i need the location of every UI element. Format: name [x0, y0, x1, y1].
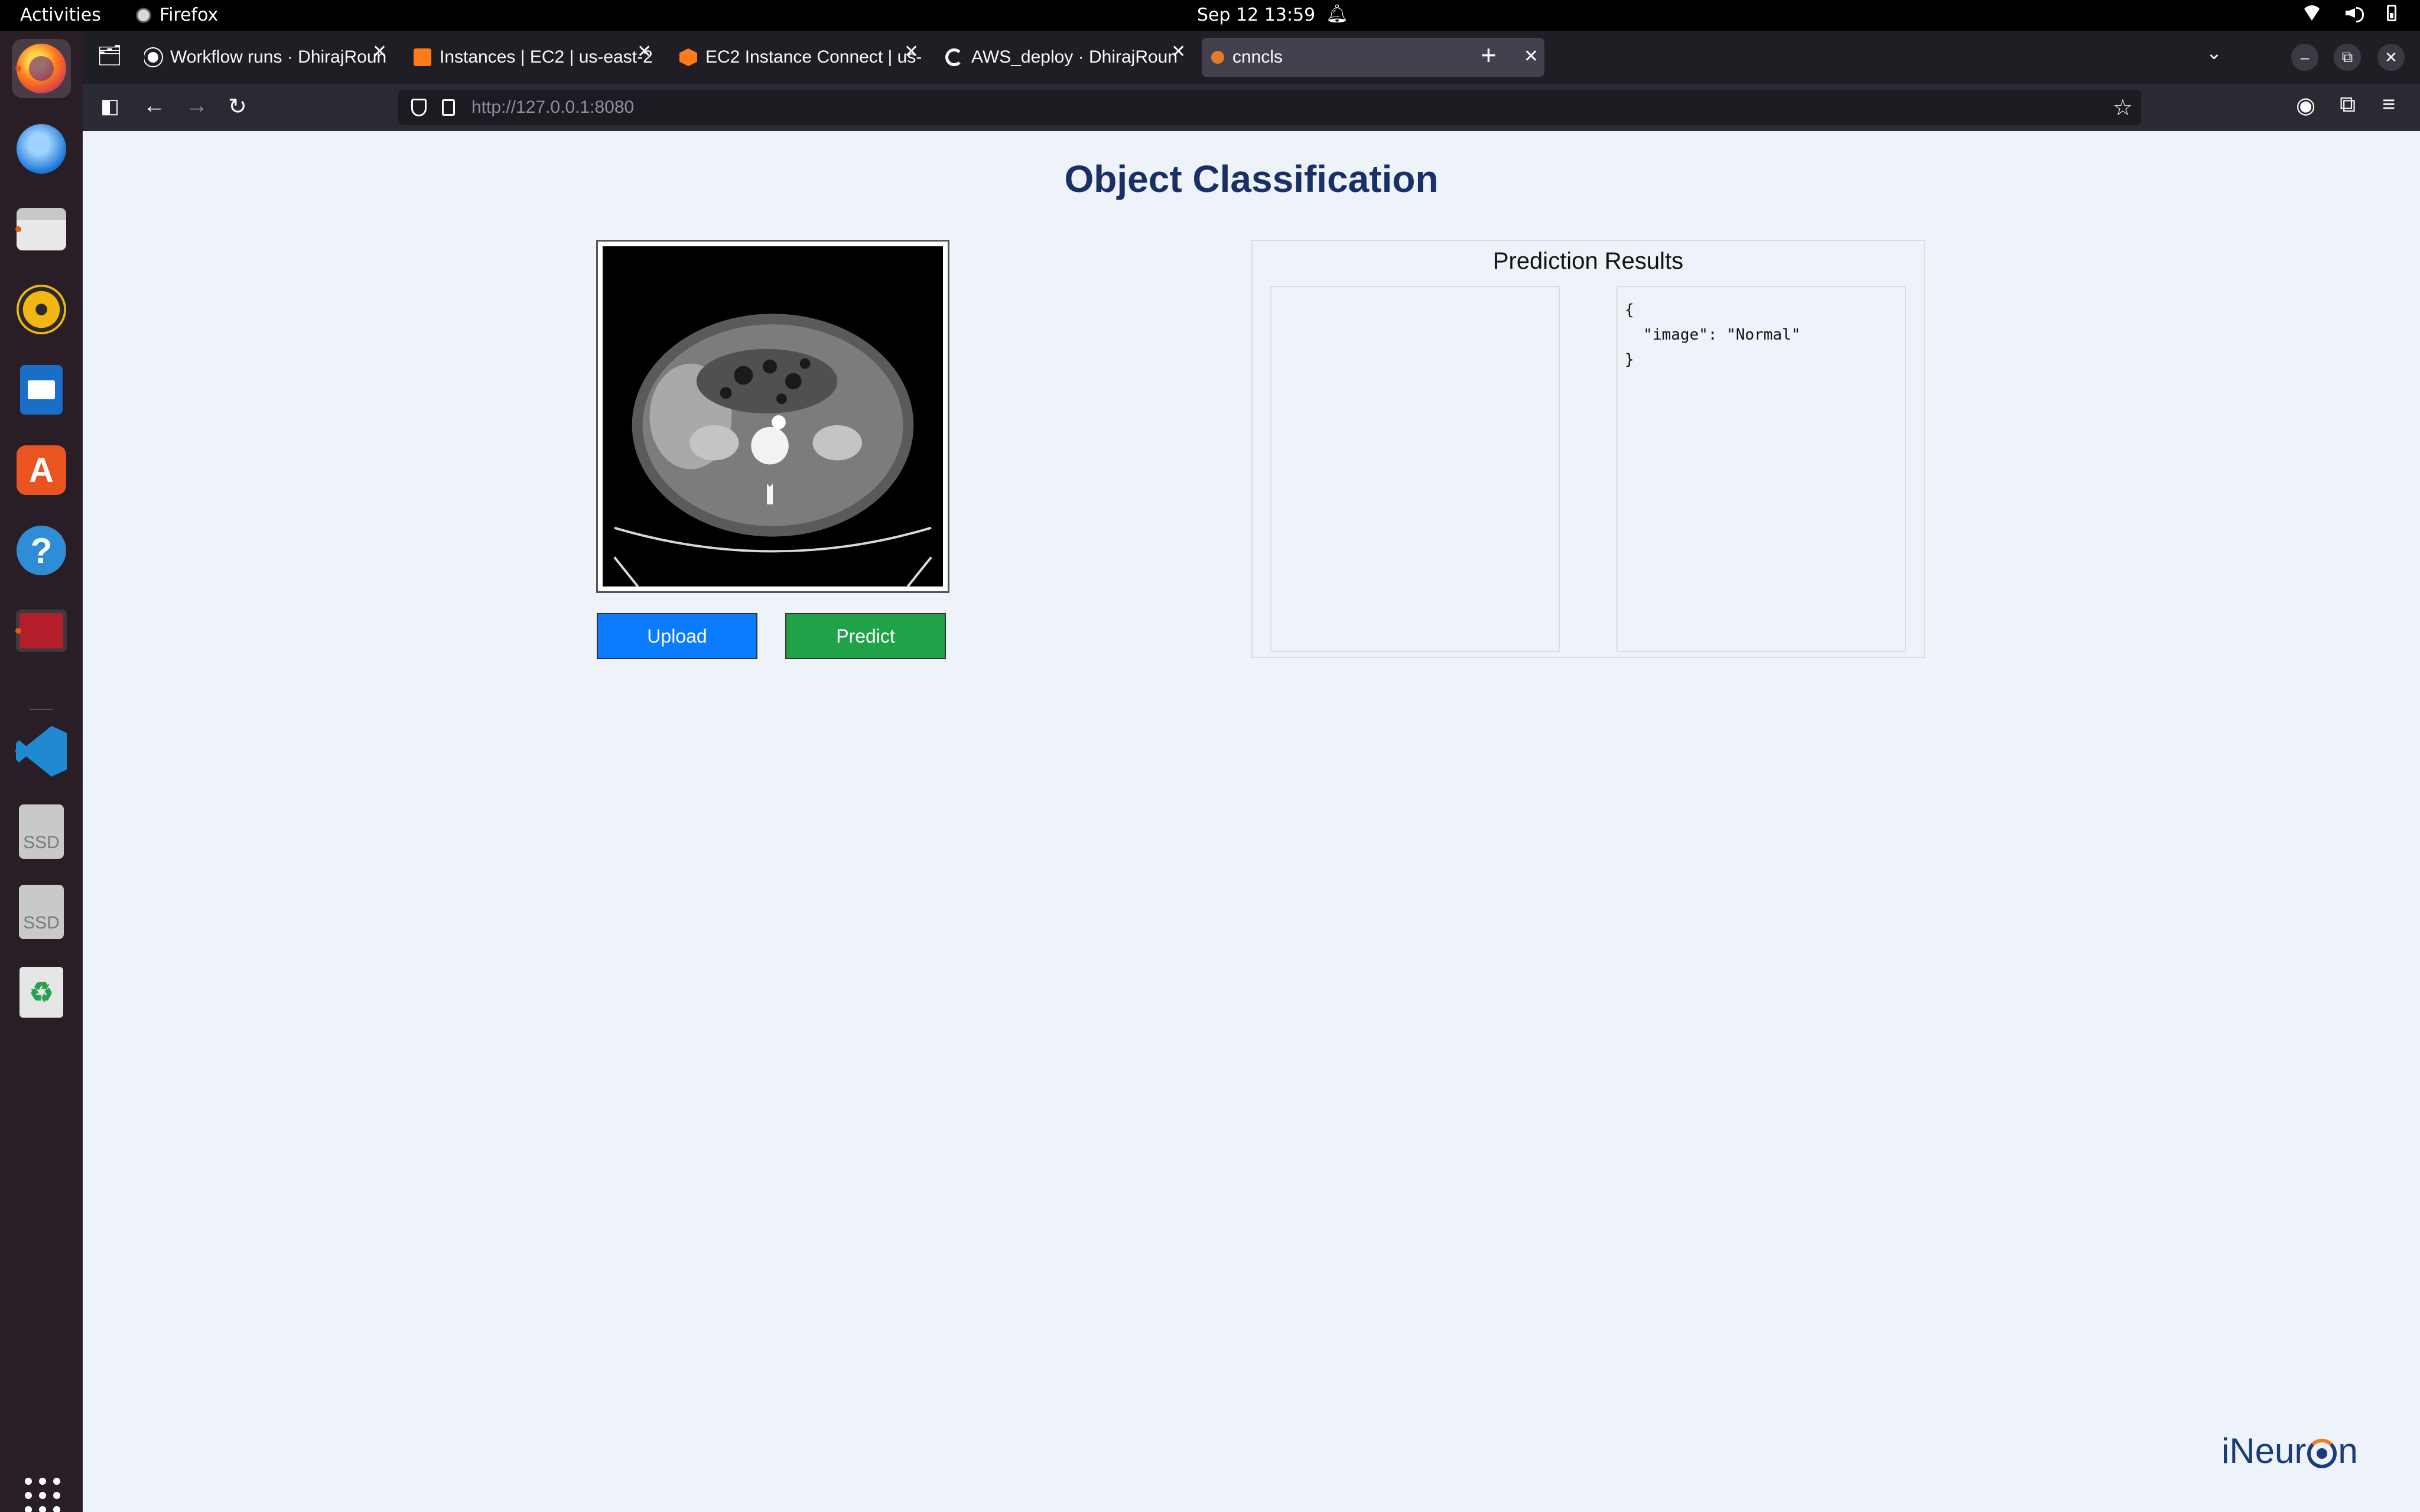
address-bar[interactable]: http://127.0.0.1:8080 ☆	[398, 90, 2141, 125]
dock-item-firefox[interactable]	[12, 39, 71, 98]
volume-icon	[2346, 5, 2364, 22]
running-indicator	[15, 226, 21, 232]
close-tab-icon[interactable]: ✕	[372, 41, 387, 62]
close-tab-icon[interactable]: ✕	[904, 41, 919, 62]
minimize-icon[interactable]: –	[2291, 44, 2318, 71]
url-scheme-host: http://127.0.0.1	[471, 97, 590, 117]
results-title: Prediction Results	[1492, 248, 1684, 274]
menu-icon[interactable]: ≡	[2382, 92, 2395, 118]
account-icon[interactable]: ◉	[2296, 92, 2315, 119]
dock-item-app-center[interactable]: A	[12, 441, 71, 500]
close-tab-icon[interactable]: ✕	[637, 41, 652, 62]
thunderbird-icon	[17, 124, 66, 174]
dock-item-files[interactable]	[12, 200, 71, 259]
github-favicon-icon	[144, 47, 163, 67]
notification-bell-icon[interactable]: 🔔︎	[1326, 4, 1348, 24]
ct-scan-image	[603, 246, 943, 586]
vscode-icon	[16, 726, 67, 777]
tab-ec2-instances[interactable]: Instances | EC2 | us-east-2	[414, 38, 662, 77]
activities-button[interactable]: Activities	[20, 5, 101, 25]
dock-item-help[interactable]: ?	[12, 521, 71, 580]
logo-text-start: iNeur	[2221, 1431, 2307, 1471]
wifi-icon	[2302, 5, 2322, 21]
results-json-box: { "image": "Normal" }	[1616, 286, 1906, 652]
files-icon	[17, 208, 66, 250]
page-info-icon[interactable]	[442, 99, 455, 116]
libreoffice-writer-icon	[20, 365, 63, 415]
tab-label: Instances | EC2 | us-east-2	[440, 47, 653, 67]
results-json-text: { "image": "Normal" }	[1625, 301, 1801, 369]
tab-label: AWS_deploy · DhirajRoun	[971, 47, 1178, 67]
prediction-results-panel: Prediction Results { "image": "Normal" }	[1251, 240, 1925, 658]
ssd-drive-icon: SSD	[19, 885, 64, 939]
page-title: Object Classification	[1064, 158, 1439, 200]
app-center-icon: A	[17, 445, 66, 495]
ssd-drive-icon: SSD	[19, 804, 64, 859]
trash-icon: ♻	[19, 967, 63, 1018]
dock-item-ssd-1[interactable]: SSD	[12, 802, 71, 861]
results-image-box	[1270, 286, 1560, 652]
url-text[interactable]: http://127.0.0.1:8080	[471, 97, 634, 118]
aws-favicon-icon	[414, 48, 431, 66]
browser-tab-bar: 🗂︎ Workflow runs · DhirajRoun ✕ Instance…	[83, 31, 2420, 84]
close-tab-icon[interactable]: ✕	[1171, 41, 1186, 62]
tab-workflow-runs[interactable]: Workflow runs · DhirajRoun	[144, 38, 392, 77]
close-window-icon[interactable]: ✕	[2377, 44, 2405, 71]
tab-aws-deploy[interactable]: AWS_deploy · DhirajRoun	[945, 38, 1193, 77]
tab-ec2-instance-connect[interactable]: EC2 Instance Connect | us-	[679, 38, 928, 77]
web-page: Object Classification Upload Predict Pre…	[83, 131, 2420, 1512]
dock-item-terminal[interactable]	[12, 601, 71, 660]
back-icon[interactable]: ←	[143, 93, 165, 119]
tracking-protection-icon[interactable]	[411, 99, 427, 116]
app-menu[interactable]: Firefox	[136, 5, 218, 25]
dock-item-thunderbird[interactable]	[12, 119, 71, 178]
logo-text-end: n	[2338, 1431, 2358, 1471]
bookmark-star-icon[interactable]: ☆	[2113, 94, 2133, 121]
running-indicator	[15, 628, 21, 634]
rhythmbox-icon	[17, 285, 66, 334]
forward-icon[interactable]: →	[186, 93, 208, 119]
url-port: :8080	[590, 97, 635, 117]
firefox-small-icon	[136, 7, 151, 23]
dock-item-ssd-2[interactable]: SSD	[12, 882, 71, 941]
battery-icon	[2387, 5, 2396, 21]
dock-item-vscode[interactable]	[12, 722, 71, 781]
ineuron-logo: iNeur n	[2221, 1430, 2358, 1471]
extensions-icon[interactable]: ⧉	[2340, 92, 2356, 118]
dock-item-writer[interactable]	[12, 360, 71, 419]
loading-favicon-icon	[945, 48, 963, 66]
navigation-toolbar: ◧ ← → ↻ http://127.0.0.1:8080 ☆ ◉ ⧉ ≡	[83, 84, 2420, 131]
clock[interactable]: Sep 12 13:59	[1197, 5, 1315, 25]
tab-label: EC2 Instance Connect | us-	[705, 47, 922, 67]
system-tray[interactable]	[2302, 5, 2396, 22]
new-tab-icon[interactable]: +	[1481, 39, 1497, 71]
sidebar-toggle-icon[interactable]: ◧	[100, 94, 119, 118]
ec2-favicon-icon	[679, 48, 697, 66]
running-indicator	[15, 66, 21, 71]
dock: A ? SSD SSD ♻	[0, 31, 83, 1512]
tab-label: Workflow runs · DhirajRoun	[170, 47, 387, 67]
predict-button[interactable]: Predict	[785, 613, 946, 659]
help-icon: ?	[17, 526, 66, 575]
image-preview	[596, 240, 949, 593]
terminal-icon	[16, 610, 67, 652]
list-all-tabs-icon[interactable]: ⌄	[2206, 41, 2222, 64]
close-tab-icon[interactable]: ✕	[1524, 46, 1538, 67]
reload-icon[interactable]: ↻	[228, 93, 247, 120]
dock-item-trash[interactable]: ♻	[12, 963, 71, 1022]
upload-button[interactable]: Upload	[597, 613, 757, 659]
system-top-bar: Activities Firefox Sep 12 13:59 🔔︎	[0, 0, 2420, 31]
firefox-icon	[17, 44, 66, 93]
show-apps-icon[interactable]	[25, 1478, 60, 1512]
site-favicon-icon	[1211, 51, 1224, 64]
app-menu-label: Firefox	[160, 5, 219, 25]
firefox-view-icon[interactable]: 🗂︎	[97, 44, 122, 67]
dock-item-rhythmbox[interactable]	[12, 280, 71, 339]
restore-icon[interactable]: ⧉	[2334, 44, 2361, 71]
logo-o-icon	[2307, 1438, 2337, 1468]
dock-separator	[30, 709, 53, 710]
tab-label: cnncls	[1232, 47, 1283, 67]
